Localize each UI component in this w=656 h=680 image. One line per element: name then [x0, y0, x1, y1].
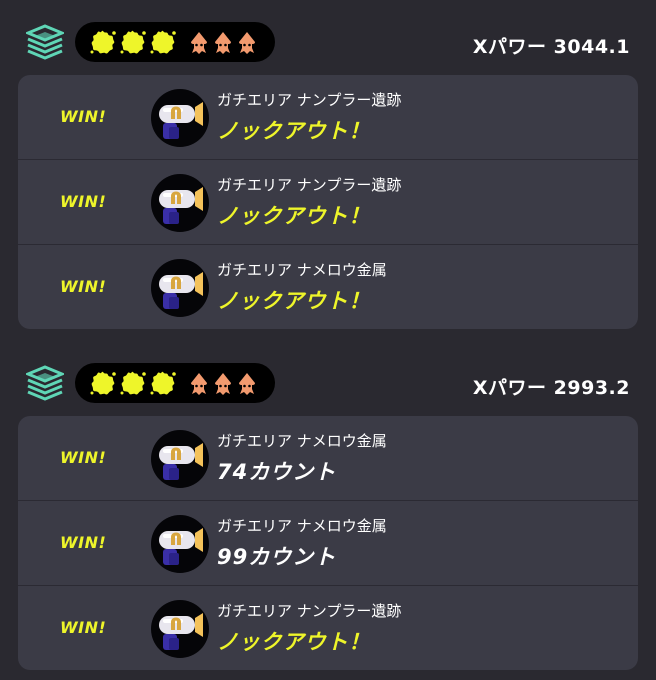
xpower-value: Xパワー 2993.2 [472, 377, 630, 399]
splat-zones-icon [26, 365, 64, 401]
match-row[interactable]: WIN! ガチエリア ナメロウ金属 74カウント [18, 416, 638, 500]
weapon-icon [151, 174, 209, 232]
match-result: ノックアウト！ [217, 119, 371, 143]
stage-name: ガチエリア ナンプラー遺跡 [217, 176, 402, 194]
stage-name: ガチエリア ナンプラー遺跡 [217, 91, 402, 109]
squid-icon [237, 372, 257, 396]
match-row[interactable]: WIN! ガチエリア ナンプラー遺跡 ノックアウト！ [18, 586, 638, 670]
match-result: 99カウント [217, 545, 337, 569]
win-label: WIN! [60, 448, 107, 467]
win-label: WIN! [60, 277, 107, 296]
match-result: ノックアウト！ [217, 289, 371, 313]
splat-win-icon [119, 28, 147, 56]
win-label: WIN! [60, 618, 107, 637]
weapon-icon [151, 600, 209, 658]
match-result: ノックアウト！ [217, 630, 371, 654]
match-row[interactable]: WIN! ガチエリア ナンプラー遺跡 ノックアウト！ [18, 75, 638, 159]
squid-icon [189, 372, 209, 396]
battle-group-header: Xパワー 2993.2 [0, 361, 656, 411]
splat-win-icon [89, 28, 117, 56]
weapon-icon [151, 259, 209, 317]
stage-name: ガチエリア ナンプラー遺跡 [217, 602, 402, 620]
splat-win-icon [89, 369, 117, 397]
match-card: WIN! ガチエリア ナンプラー遺跡 ノックアウト！ WIN! ガチエリア ナン… [18, 75, 638, 329]
weapon-icon [151, 430, 209, 488]
win-loss-pill [75, 363, 275, 403]
stage-name: ガチエリア ナメロウ金属 [217, 261, 387, 279]
splat-win-icon [119, 369, 147, 397]
squid-icon [237, 31, 257, 55]
squid-icon [189, 31, 209, 55]
win-label: WIN! [60, 533, 107, 552]
splat-win-icon [149, 369, 177, 397]
weapon-icon [151, 515, 209, 573]
squid-icon [213, 372, 233, 396]
match-row[interactable]: WIN! ガチエリア ナメロウ金属 ノックアウト！ [18, 245, 638, 329]
win-label: WIN! [60, 192, 107, 211]
win-label: WIN! [60, 107, 107, 126]
splat-zones-icon [26, 24, 64, 60]
battle-group-header: Xパワー 3044.1 [0, 20, 656, 70]
stage-name: ガチエリア ナメロウ金属 [217, 432, 387, 450]
match-result: 74カウント [217, 460, 337, 484]
stage-name: ガチエリア ナメロウ金属 [217, 517, 387, 535]
xpower-value: Xパワー 3044.1 [472, 36, 630, 58]
win-loss-pill [75, 22, 275, 62]
battle-group-2: Xパワー 2993.2 WIN! ガチエリア ナメロウ金属 74カウント WIN… [0, 361, 656, 670]
match-card: WIN! ガチエリア ナメロウ金属 74カウント WIN! ガチエリア ナメロウ… [18, 416, 638, 670]
squid-icon [213, 31, 233, 55]
match-row[interactable]: WIN! ガチエリア ナメロウ金属 99カウント [18, 501, 638, 585]
weapon-icon [151, 89, 209, 147]
match-row[interactable]: WIN! ガチエリア ナンプラー遺跡 ノックアウト！ [18, 160, 638, 244]
splat-win-icon [149, 28, 177, 56]
battle-group-1: Xパワー 3044.1 WIN! ガチエリア ナンプラー遺跡 ノックアウト！ W… [0, 20, 656, 329]
match-result: ノックアウト！ [217, 204, 371, 228]
